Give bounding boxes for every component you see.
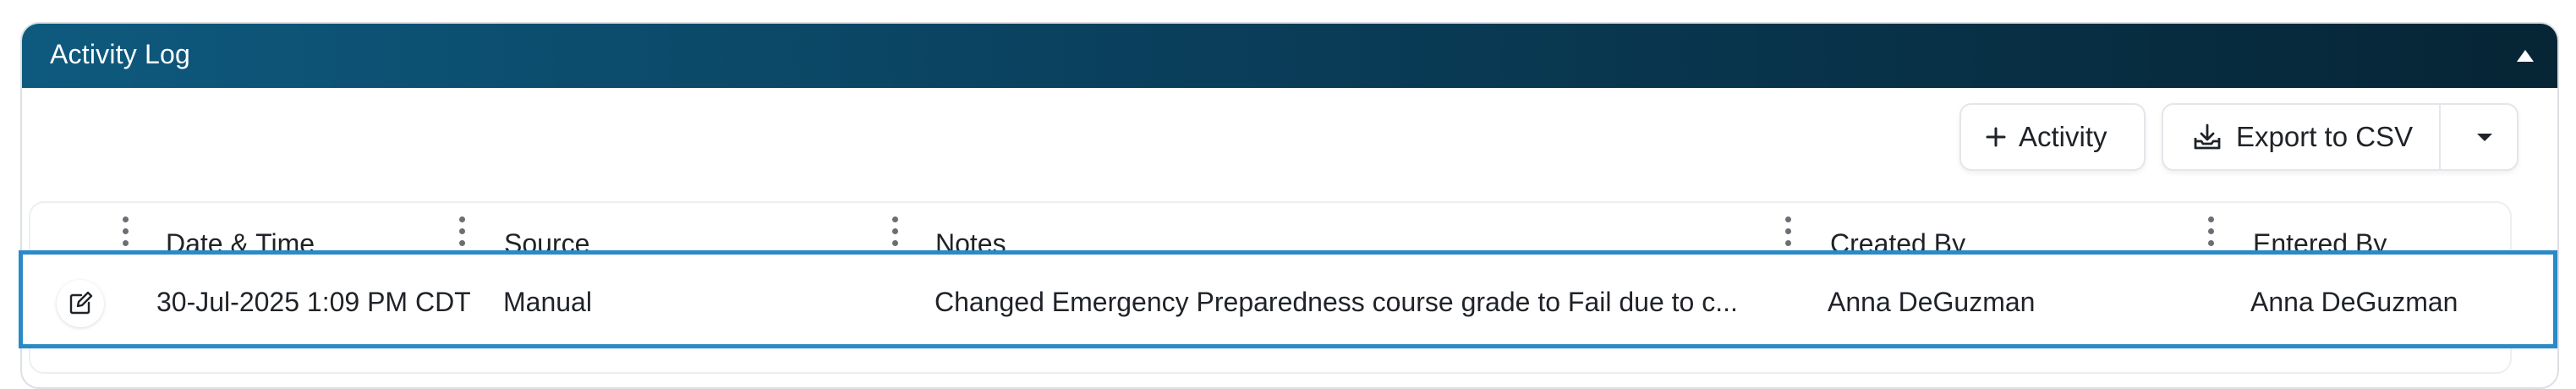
panel-header[interactable]: Activity Log — [22, 24, 2557, 88]
cell-date-time: 30-Jul-2025 1:09 PM CDT — [156, 287, 471, 317]
column-menu-icon[interactable] — [2206, 215, 2216, 249]
cell-entered-by: Anna DeGuzman — [2250, 287, 2458, 317]
collapse-triangle-icon[interactable] — [2515, 46, 2535, 66]
column-menu-icon[interactable] — [120, 215, 130, 249]
download-tray-icon — [2192, 123, 2222, 151]
export-csv-button[interactable]: Export to CSV — [2163, 105, 2413, 169]
export-csv-split-button: Export to CSV — [2162, 103, 2518, 171]
add-activity-label: Activity — [2019, 121, 2107, 152]
split-divider — [2439, 105, 2441, 169]
panel-title: Activity Log — [50, 39, 191, 69]
cell-created-by: Anna DeGuzman — [1828, 287, 2036, 317]
column-menu-icon[interactable] — [1783, 215, 1793, 249]
column-menu-icon[interactable] — [890, 215, 900, 249]
plus-icon — [1985, 126, 2007, 148]
cell-notes: Changed Emergency Preparedness course gr… — [934, 287, 1738, 317]
cell-source: Manual — [503, 287, 592, 317]
caret-down-icon — [2475, 131, 2494, 143]
add-activity-button[interactable]: Activity — [1959, 103, 2146, 171]
edit-icon[interactable] — [57, 280, 104, 327]
export-csv-label: Export to CSV — [2236, 121, 2414, 152]
export-options-dropdown[interactable] — [2454, 105, 2515, 169]
table-row[interactable]: 30-Jul-2025 1:09 PM CDT Manual Changed E… — [19, 250, 2557, 348]
column-menu-icon[interactable] — [457, 215, 467, 249]
